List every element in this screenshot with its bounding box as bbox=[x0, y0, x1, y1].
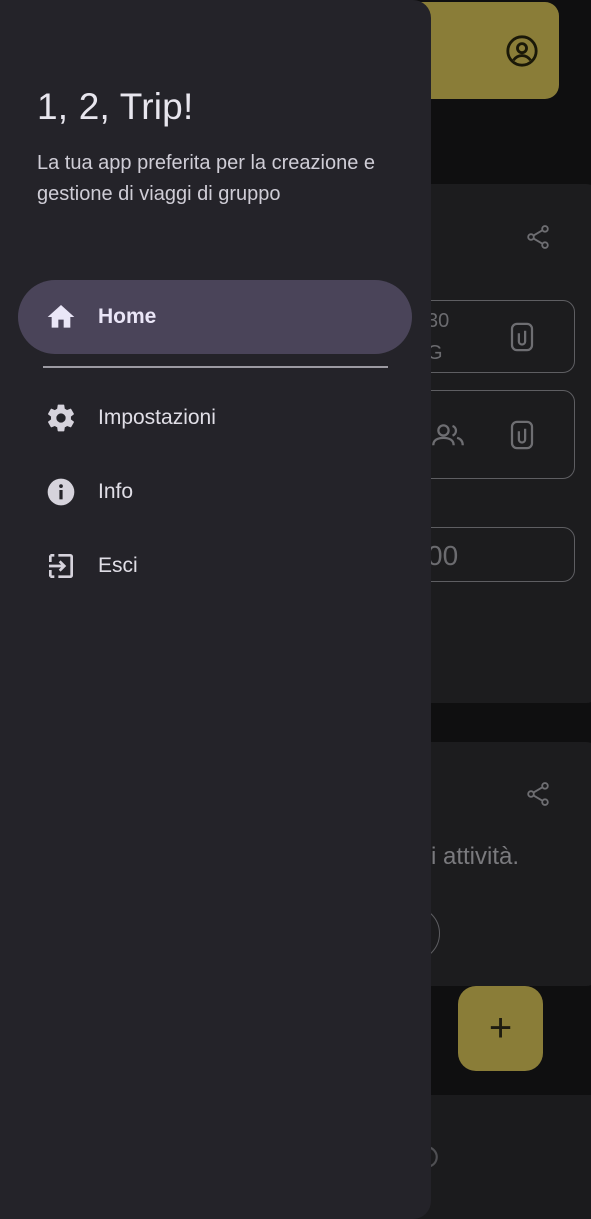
group-icon bbox=[432, 424, 464, 446]
nav-item-label: Esci bbox=[98, 554, 138, 577]
drawer-divider bbox=[43, 366, 388, 368]
app-title: 1, 2, Trip! bbox=[37, 86, 194, 127]
paperclip-icon[interactable] bbox=[509, 420, 535, 450]
share-icon[interactable] bbox=[524, 223, 552, 251]
nav-item-label: Home bbox=[98, 305, 157, 328]
paperclip-icon[interactable] bbox=[509, 322, 535, 352]
app-subtitle: La tua app preferita per la creazione e … bbox=[37, 152, 375, 205]
share-icon[interactable] bbox=[524, 780, 552, 808]
gear-icon bbox=[45, 402, 77, 434]
amount-text: 00 bbox=[427, 540, 459, 571]
logout-icon bbox=[45, 550, 77, 582]
navigation-drawer: 1, 2, Trip! La tua app preferita per la … bbox=[0, 0, 431, 1219]
info-icon bbox=[45, 476, 77, 508]
app-screen: 30 G 00 i attività. + 1, 2, Trip! La tua… bbox=[0, 0, 591, 1219]
nav-item-settings[interactable]: Impostazioni bbox=[18, 381, 412, 455]
nav-item-label: Impostazioni bbox=[98, 406, 216, 429]
nav-item-info[interactable]: Info bbox=[18, 455, 412, 529]
nav-item-home[interactable]: Home bbox=[18, 280, 412, 354]
nav-item-logout[interactable]: Esci bbox=[18, 529, 412, 603]
activities-text: i attività. bbox=[431, 843, 520, 870]
nav-item-label: Info bbox=[98, 480, 134, 503]
home-icon bbox=[45, 301, 77, 333]
account-circle-icon[interactable] bbox=[505, 34, 539, 68]
add-fab-button[interactable]: + bbox=[458, 986, 543, 1071]
